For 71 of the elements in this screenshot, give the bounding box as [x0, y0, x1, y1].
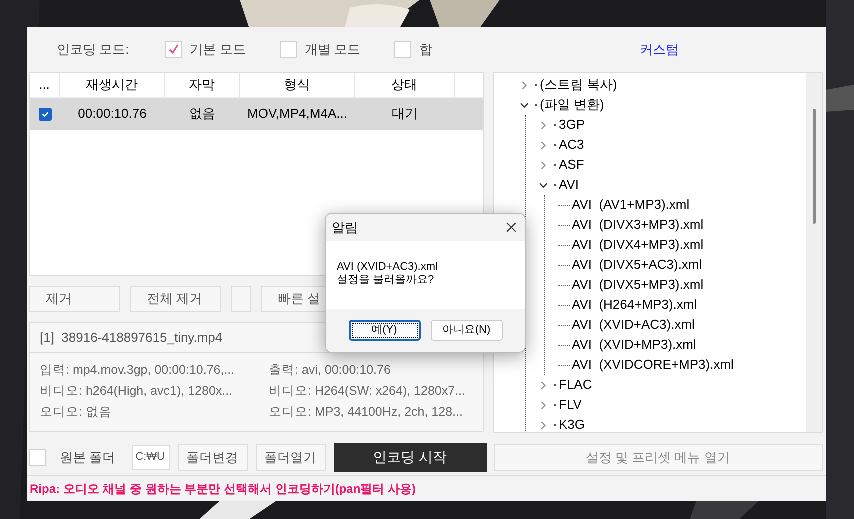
- input-info: 입력: mp4.mov.3gp, 00:00:10.76,...: [40, 362, 236, 379]
- folder-button[interactable]: 폴더변경: [178, 444, 248, 471]
- folder-button[interactable]: 폴더열기: [256, 444, 326, 471]
- chevron-right-icon[interactable]: [520, 80, 529, 90]
- chevron-down-icon[interactable]: [539, 180, 548, 190]
- scrollbar[interactable]: [806, 73, 822, 432]
- mode-label: 인코딩 모드:: [57, 40, 130, 59]
- chevron-right-icon[interactable]: [539, 400, 548, 410]
- mode-option-label[interactable]: 기본 모드: [190, 40, 246, 60]
- action-button[interactable]: 전체 제거: [130, 286, 221, 312]
- tree-item[interactable]: AVI (XVID+AC3).xml: [572, 315, 695, 335]
- custom-link[interactable]: 커스텀: [640, 40, 679, 60]
- output-info: 비디오: H264(SW: x264), 1280x7...: [269, 383, 466, 400]
- output-info: 오디오: MP3, 44100Hz, 2ch, 128...: [269, 404, 464, 421]
- tree-item[interactable]: AVI (DIVX3+MP3).xml: [572, 215, 704, 235]
- tree-item[interactable]: (스트림 복사): [540, 75, 618, 95]
- tree-item[interactable]: K3G: [559, 415, 586, 432]
- column-header[interactable]: 상태: [355, 73, 455, 97]
- column-header[interactable]: 형식: [240, 73, 355, 97]
- tree-item[interactable]: AVI (DIVX5+MP3).xml: [572, 275, 704, 295]
- output-info: 출력: avi, 00:00:10.76: [269, 362, 392, 379]
- start-button[interactable]: 인코딩 시작: [334, 443, 487, 472]
- dialog-button[interactable]: 아니요(N): [430, 320, 502, 341]
- source-folder-label[interactable]: 원본 폴더: [60, 448, 116, 468]
- checkbox[interactable]: [165, 41, 182, 58]
- tree-item[interactable]: ASF: [559, 155, 584, 175]
- checkbox[interactable]: [38, 108, 52, 120]
- column-header[interactable]: 재생시간: [60, 73, 165, 97]
- chevron-right-icon[interactable]: [539, 420, 548, 430]
- table-cell-text: 대기: [391, 105, 419, 124]
- checkbox[interactable]: [29, 449, 46, 466]
- tree-item[interactable]: 3GP: [559, 115, 586, 135]
- tree-item[interactable]: AVI: [559, 175, 579, 195]
- table-row[interactable]: 00:00:10.76 없음 MOV,MP4,M4A... 대기: [30, 98, 483, 130]
- checkbox[interactable]: [280, 41, 297, 58]
- close-icon[interactable]: [506, 222, 517, 233]
- tree-item[interactable]: AC3: [559, 135, 584, 155]
- tip-text: Ripa: 오디오 채널 중 원하는 부분만 선택해서 인코딩하기(pan필터 사용): [30, 482, 416, 496]
- chevron-right-icon[interactable]: [539, 140, 548, 150]
- action-button[interactable]: 제거: [29, 286, 120, 312]
- mode-option-label[interactable]: 개별 모드: [304, 40, 360, 60]
- input-info: 오디오: 없음: [40, 404, 113, 421]
- column-header[interactable]: ...: [30, 73, 60, 97]
- chevron-right-icon[interactable]: [539, 160, 548, 170]
- tree-item[interactable]: AVI (AV1+MP3).xml: [572, 195, 690, 215]
- tree-item[interactable]: AVI (DIVX5+AC3).xml: [572, 255, 702, 275]
- dialog-title: 알림: [332, 218, 358, 237]
- check-icon: [40, 110, 50, 118]
- tree-item[interactable]: AVI (XVIDCORE+MP3).xml: [572, 355, 734, 375]
- column-header[interactable]: 자막: [165, 73, 240, 97]
- tree-item[interactable]: AVI (XVID+MP3).xml: [572, 335, 696, 355]
- dialog-button[interactable]: 예(Y): [348, 320, 420, 341]
- tree-item[interactable]: AVI (H264+MP3).xml: [572, 295, 698, 315]
- dialog-message: 설정을 불러올까요?: [337, 274, 436, 287]
- checkbox[interactable]: [394, 41, 412, 58]
- table-cell-text: 00:00:10.76: [77, 105, 148, 124]
- path-field[interactable]: C:₩U: [132, 445, 170, 470]
- chevron-right-icon[interactable]: [539, 120, 548, 130]
- table-cell-text: MOV,MP4,M4A...: [246, 105, 348, 124]
- chevron-down-icon[interactable]: [520, 100, 529, 110]
- tree-item[interactable]: AVI (DIVX4+MP3).xml: [572, 235, 704, 255]
- input-info: 비디오: h264(High, avc1), 1280x...: [40, 383, 234, 400]
- table-cell-text: 없음: [188, 105, 216, 124]
- tree-item[interactable]: FLV: [559, 395, 582, 415]
- file-name: [1] 38916-418897615_tiny.mp4: [40, 328, 223, 347]
- tree-item[interactable]: (파일 변환): [540, 95, 604, 115]
- mode-option-label[interactable]: 합: [419, 40, 432, 60]
- tree-item[interactable]: FLAC: [559, 375, 592, 395]
- chevron-right-icon[interactable]: [539, 380, 548, 390]
- dialog-message: AVI (XVID+AC3).xml: [337, 261, 439, 274]
- check-icon: [168, 44, 180, 56]
